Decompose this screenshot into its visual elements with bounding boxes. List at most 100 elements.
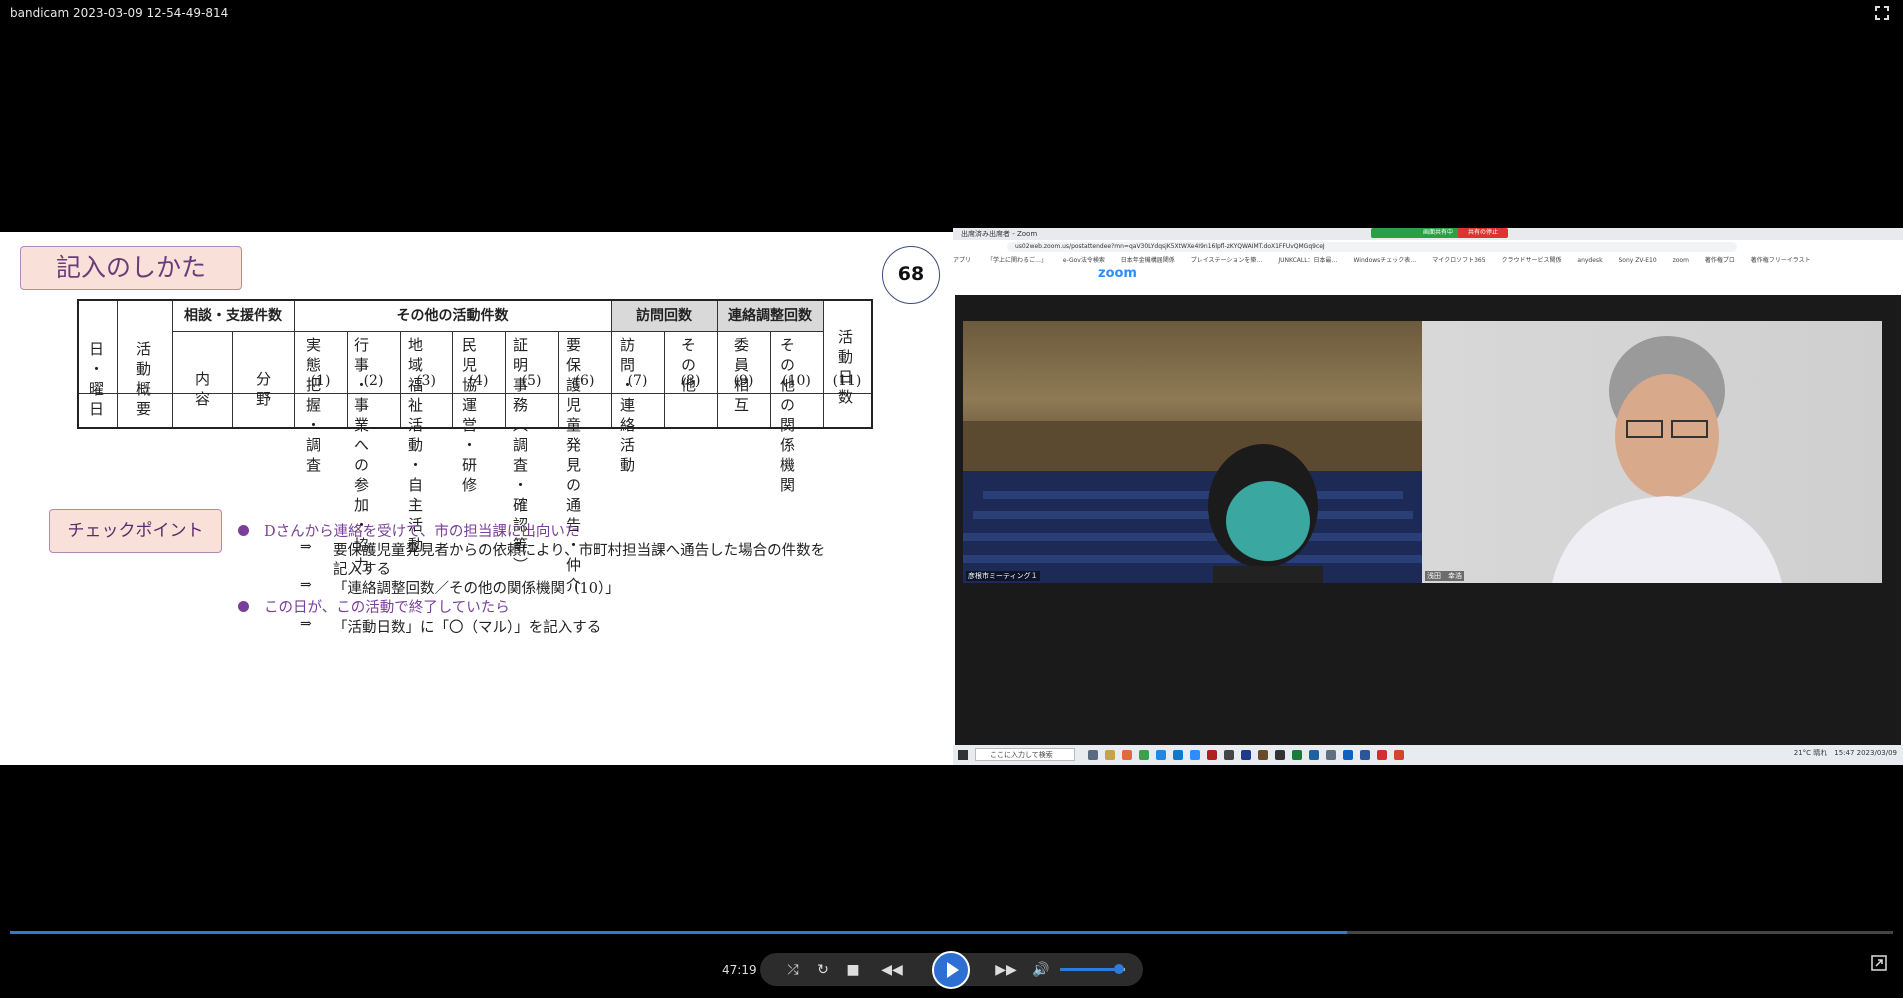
volume-knob[interactable] <box>1113 964 1124 974</box>
bookmark[interactable]: 著作権プロ <box>1705 257 1735 264</box>
repeat-icon[interactable]: ↻ <box>814 961 832 979</box>
browser-tab[interactable]: 出席済み出席者 - Zoom <box>961 229 1037 239</box>
app-icon[interactable] <box>1292 750 1302 760</box>
play-icon <box>947 962 959 978</box>
presentation-slide: 記入のしかた 68 相談・支援件数 その他の活動件数 訪問回数 連絡調整回数 日… <box>0 232 953 765</box>
speaker-illustration <box>1552 336 1782 583</box>
col-divider <box>611 301 612 427</box>
player-controls: ⤮ ↻ ■ ◀◀ ▶▶ 🔊 <box>760 951 1143 989</box>
task-view-icon[interactable] <box>1088 750 1098 760</box>
bookmark[interactable]: プレイステーションを築… <box>1191 257 1263 264</box>
slide-heading: 記入のしかた <box>20 246 242 290</box>
col-divider <box>717 301 718 427</box>
app-icon[interactable] <box>1258 750 1268 760</box>
col-date: 日・曜日 <box>87 341 105 421</box>
taskbar-search-input[interactable]: ここに入力して検索 <box>975 748 1075 761</box>
playback-time: 47:19 <box>722 963 757 977</box>
system-tray: 21°C 晴れ 15:47 2023/03/09 <box>1793 749 1897 757</box>
bullet-icon <box>238 525 249 536</box>
page-number-badge: 68 <box>882 246 940 304</box>
activity-record-table: 相談・支援件数 その他の活動件数 訪問回数 連絡調整回数 日・曜日 活動概要 内… <box>77 299 873 597</box>
col-7-number: (7) <box>627 373 648 389</box>
header-other-activities: その他の活動件数 <box>396 308 509 324</box>
col-divider <box>823 301 824 427</box>
fast-forward-icon[interactable]: ▶▶ <box>992 961 1020 979</box>
participant-name-right: 浅田 幸浩 <box>1425 571 1464 581</box>
window-title: bandicam 2023-03-09 12-54-49-814 <box>10 6 229 20</box>
play-button[interactable] <box>932 951 970 989</box>
header-liaison: 連絡調整回数 <box>728 308 812 324</box>
firefox-icon[interactable] <box>1122 750 1132 760</box>
app-icon[interactable] <box>1224 750 1234 760</box>
point-2: この日が、この活動で終了していたら <box>264 600 510 616</box>
bookmark[interactable]: アプリ <box>953 257 971 264</box>
col-divider <box>294 301 295 427</box>
point-1-line-3: 「連絡調整回数／その他の関係機関（10）」 <box>333 581 620 597</box>
file-explorer-icon[interactable] <box>1105 750 1115 760</box>
shuffle-icon[interactable]: ⤮ <box>784 961 802 979</box>
bookmark[interactable]: Sony ZV-E10 <box>1618 257 1656 264</box>
rewind-icon[interactable]: ◀◀ <box>878 961 906 979</box>
header-visits: 訪問回数 <box>636 308 692 324</box>
col-11-number: (11) <box>832 373 862 389</box>
mini-player-icon[interactable] <box>1871 955 1887 971</box>
app-icon[interactable] <box>1207 750 1217 760</box>
outlook-icon[interactable] <box>1343 750 1353 760</box>
col-8-number: (8) <box>680 373 701 389</box>
exit-fullscreen-icon[interactable] <box>1873 4 1891 22</box>
acrobat-icon[interactable] <box>1377 750 1387 760</box>
volume-icon[interactable]: 🔊 <box>1032 961 1050 979</box>
bookmark[interactable]: zoom <box>1673 257 1689 264</box>
col-1-number: (1) <box>310 373 331 389</box>
row-divider <box>172 331 823 332</box>
arrow-icon: ⇒ <box>300 616 312 632</box>
windows-taskbar: ここに入力して検索 21°C 晴れ 15:47 2023/03/09 <box>953 745 1903 765</box>
participant-video-right[interactable]: 浅田 幸浩 <box>1422 321 1882 583</box>
bookmark[interactable]: 日本年金機構届関係 <box>1121 257 1175 264</box>
powerpoint-icon[interactable] <box>1394 750 1404 760</box>
bookmark[interactable]: e-Gov法令検索 <box>1063 257 1105 264</box>
participant-name-left: 彦根市ミーティング１ <box>966 571 1040 581</box>
bookmark[interactable]: Windowsチェック表… <box>1353 257 1416 264</box>
col-2-number: (2) <box>363 373 384 389</box>
col-10-number: (10) <box>782 373 811 389</box>
bullet-icon <box>238 601 249 612</box>
point-2-line-1: 「活動日数」に「〇（マル）」を記入する <box>333 620 602 636</box>
col-3-number: (3) <box>416 373 436 389</box>
stop-icon[interactable]: ■ <box>844 961 862 979</box>
bookmark[interactable]: 「学上に関わるご…」 <box>987 257 1047 264</box>
bookmark[interactable]: JUNKCALL：日本最… <box>1278 257 1337 264</box>
edge-icon[interactable] <box>1173 750 1183 760</box>
volume-level <box>1060 968 1119 971</box>
chrome-icon[interactable] <box>1139 750 1149 760</box>
app-icon[interactable] <box>1275 750 1285 760</box>
col-9-number: (9) <box>733 373 754 389</box>
url-field[interactable]: us02web.zoom.us/postattendee?mn=qaV30LYd… <box>1007 242 1737 252</box>
bookmark[interactable]: クラウドサービス関係 <box>1501 257 1561 264</box>
point-1: Dさんから連絡を受けて、市の担当課に出向いた <box>264 524 580 540</box>
app-icon[interactable] <box>1241 750 1251 760</box>
col-divider <box>172 301 173 427</box>
bookmarks-bar: アプリ 「学上に関わるご…」 e-Gov法令検索 日本年金機構届関係 プレイステ… <box>953 255 1903 266</box>
windows-start-icon[interactable] <box>958 750 968 760</box>
word-icon[interactable] <box>1360 750 1370 760</box>
bookmark[interactable]: 著作権フリーイラスト <box>1751 257 1811 264</box>
app-icon[interactable] <box>1309 750 1319 760</box>
col-4-number: (4) <box>468 373 489 389</box>
col-field: 分野 <box>254 371 272 411</box>
participant-video-left[interactable]: 彦根市ミーティング１ <box>963 321 1423 583</box>
checkpoint-badge: チェックポイント <box>49 509 222 553</box>
header-consult: 相談・支援件数 <box>184 308 282 324</box>
bookmark[interactable]: anydesk <box>1577 257 1602 264</box>
zoom-icon[interactable] <box>1190 750 1200 760</box>
col-5-number: (5) <box>521 373 542 389</box>
arrow-icon: ⇒ <box>300 577 312 593</box>
zoom-logo: zoom <box>1098 266 1137 281</box>
camera-icon[interactable] <box>1326 750 1336 760</box>
bookmark[interactable]: マイクロソフト365 <box>1432 257 1485 264</box>
arrow-icon: ⇒ <box>300 539 312 555</box>
zoom-browser-window: 出席済み出席者 - Zoom 画面共有中 共有の停止 us02web.zoom.… <box>953 228 1903 765</box>
stop-share-button[interactable]: 共有の停止 <box>1458 228 1508 238</box>
col-6-number: (6) <box>574 373 595 389</box>
skype-icon[interactable] <box>1156 750 1166 760</box>
